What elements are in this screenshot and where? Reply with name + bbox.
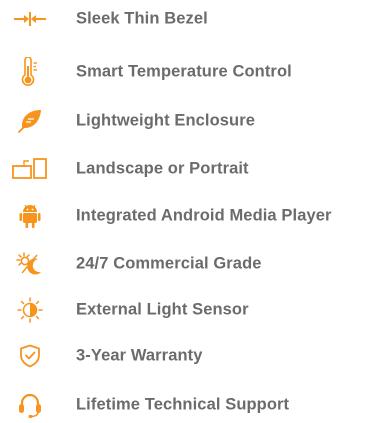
feature-item-warranty: 3-Year Warranty bbox=[0, 341, 382, 371]
feature-label: 3-Year Warranty bbox=[76, 346, 203, 365]
feature-label: 24/7 Commercial Grade bbox=[76, 254, 262, 273]
feature-item-lightweight: Lightweight Enclosure bbox=[0, 106, 382, 136]
thermometer-icon bbox=[8, 57, 52, 87]
sun-moon-icon bbox=[8, 249, 52, 279]
feature-item-thin-bezel: Sleek Thin Bezel bbox=[0, 4, 382, 34]
light-sensor-icon bbox=[8, 295, 52, 325]
feature-item-commercial: 24/7 Commercial Grade bbox=[0, 249, 382, 279]
feather-icon bbox=[8, 106, 52, 136]
feature-item-support: Lifetime Technical Support bbox=[0, 390, 382, 420]
headset-icon bbox=[8, 390, 52, 420]
feature-item-temperature: Smart Temperature Control bbox=[0, 57, 382, 87]
thin-bezel-arrows-icon bbox=[8, 4, 52, 34]
feature-label: Integrated Android Media Player bbox=[76, 206, 332, 225]
android-icon bbox=[8, 201, 52, 231]
feature-item-light-sensor: External Light Sensor bbox=[0, 295, 382, 325]
shield-check-icon bbox=[8, 341, 52, 371]
feature-label: Smart Temperature Control bbox=[76, 62, 292, 81]
feature-item-orientation: Landscape or Portrait bbox=[0, 154, 382, 184]
feature-item-android: Integrated Android Media Player bbox=[0, 201, 382, 231]
feature-label: Sleek Thin Bezel bbox=[76, 9, 208, 28]
feature-label: Lightweight Enclosure bbox=[76, 111, 256, 130]
feature-label: Landscape or Portrait bbox=[76, 159, 249, 178]
screen-rotate-icon bbox=[8, 154, 52, 184]
feature-label: Lifetime Technical Support bbox=[76, 395, 290, 414]
feature-label: External Light Sensor bbox=[76, 300, 249, 319]
